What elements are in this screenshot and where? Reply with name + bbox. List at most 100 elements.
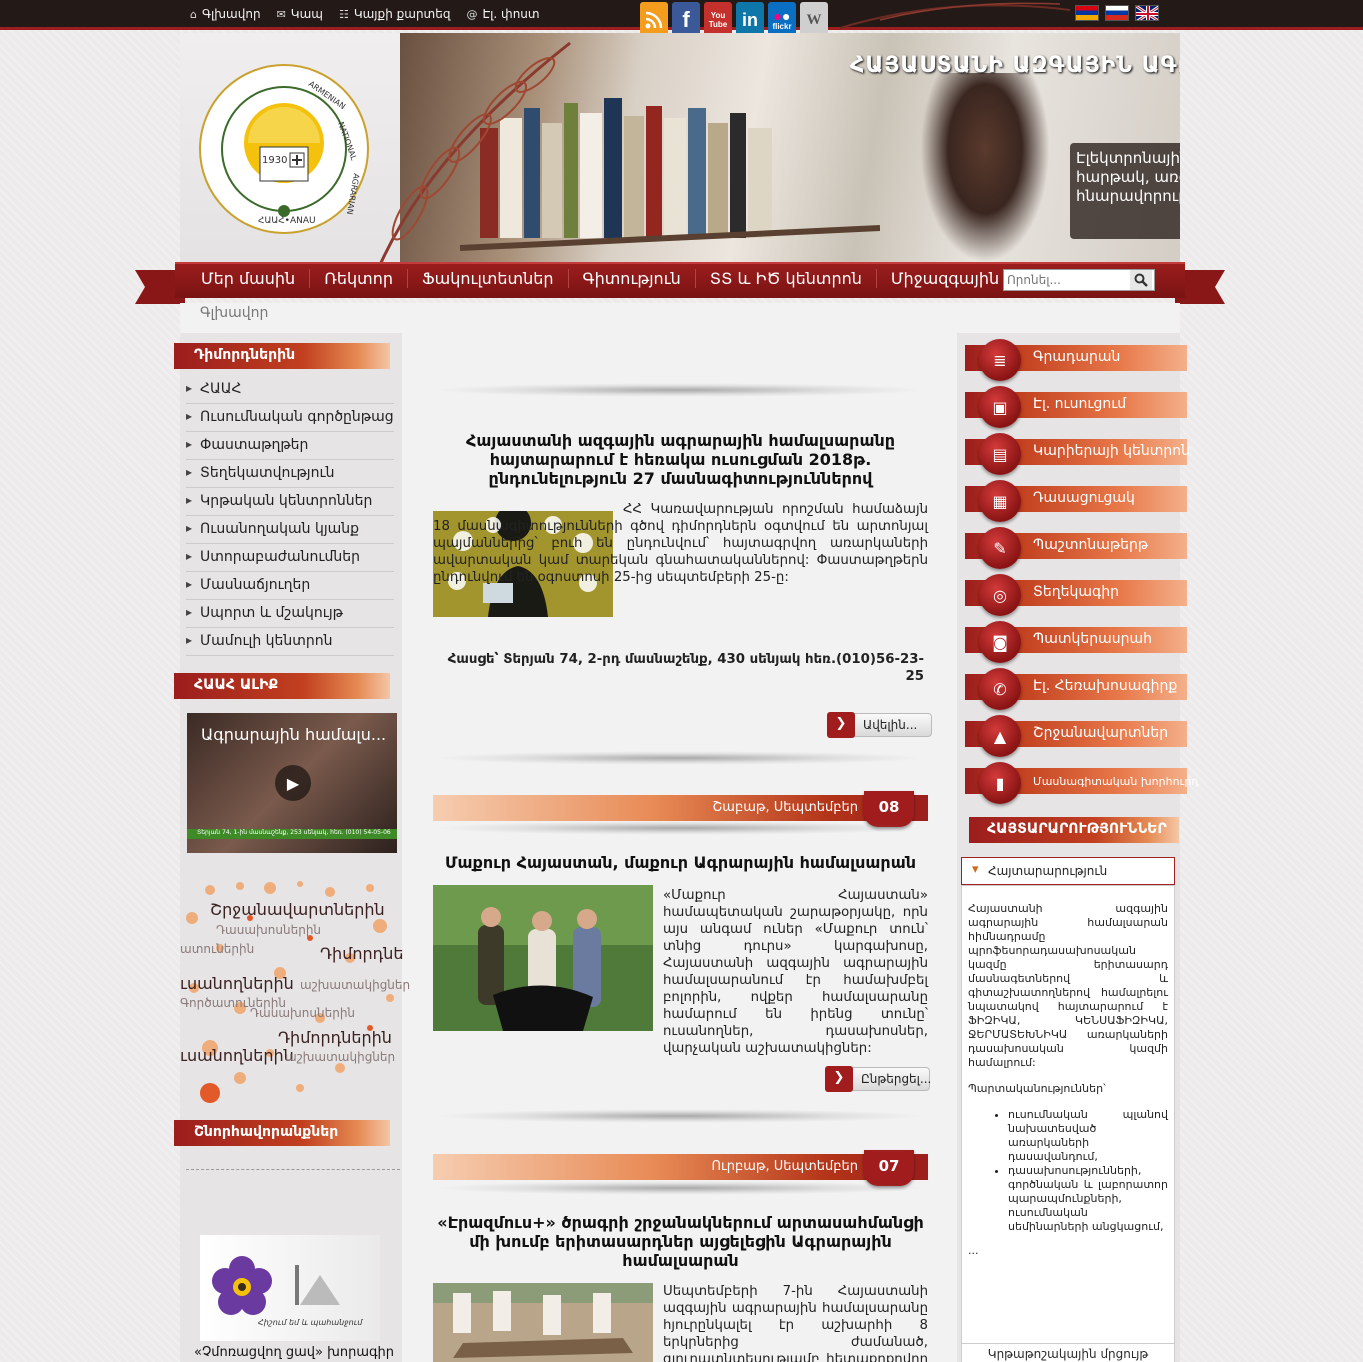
left-menu-item[interactable]: Մասնաճյուղեր xyxy=(186,572,394,600)
article-title[interactable]: Հայաստանի ազգային ագրարային համալսարանը … xyxy=(432,431,929,488)
gallery-button[interactable]: ◙ Պատկերասրահ xyxy=(965,621,1187,663)
scholarship-tab[interactable]: Կրթաթոշակային մրցույթ xyxy=(961,1343,1175,1362)
nav-faculties[interactable]: Ֆակուլտետներ xyxy=(408,269,569,288)
ellipsis[interactable]: ... xyxy=(968,1244,1168,1258)
elearning-button[interactable]: ▣ Էլ. ուսուցում xyxy=(965,386,1187,428)
left-menu-item[interactable]: Տեղեկատվություն xyxy=(186,460,394,488)
search-input[interactable] xyxy=(1004,270,1130,290)
cloud-link[interactable]: Դիմորդնե xyxy=(320,944,404,963)
left-menu-item[interactable]: Փաստաթղթեր xyxy=(186,432,394,460)
flag-ru-icon[interactable] xyxy=(1105,5,1129,21)
top-nav-home[interactable]: ⌂ Գլխավոր xyxy=(190,7,261,21)
nav-it-center[interactable]: ՏՏ և ԻԾ կենտրոն xyxy=(696,269,877,288)
phonebook-button[interactable]: ✆ Էլ. Հեռախոսագիրք xyxy=(965,668,1187,710)
read-more-button[interactable]: ❯ Ավելին... xyxy=(827,712,932,738)
schedule-button[interactable]: ▦ Դասացուցակ xyxy=(965,480,1187,522)
duties-list: ուսումնական պլանով նախատեսված առարկաների… xyxy=(968,1108,1168,1234)
home-icon: ⌂ xyxy=(190,7,197,21)
briefcase-icon: ▤ xyxy=(979,433,1021,475)
wheat-decoration xyxy=(840,2,1070,29)
cloud-link[interactable]: ւսանողներին xyxy=(180,974,294,993)
camera-icon: ◙ xyxy=(979,621,1021,663)
left-menu-item[interactable]: ՀԱԱՀ xyxy=(186,376,394,404)
alumni-button[interactable]: ▲ Շրջանավարտներ xyxy=(965,715,1187,757)
memorial-caption[interactable]: «Չմոռացվող ցավ» խորագիր xyxy=(194,1345,394,1360)
play-icon[interactable]: ▶ xyxy=(275,765,311,801)
forget-me-not-icon: Հիշում եմ և պահանջում xyxy=(212,1256,363,1327)
date-bar: Շաբաթ, Սեպտեմբեր 08 xyxy=(433,791,928,827)
announcements-heading[interactable]: ՀԱՅՏԱՐԱՐՈՒԹՅՈՒՆՆԵՐ xyxy=(969,817,1179,843)
cloud-link[interactable]: Շրջանավարտներին xyxy=(210,900,385,919)
video-title: Ագրարային համալս... xyxy=(201,725,387,744)
career-center-button[interactable]: ▤ Կարիերայի կենտրոն xyxy=(965,433,1190,475)
graduation-cap-icon: ▲ xyxy=(979,715,1021,757)
article-image-erasmus[interactable] xyxy=(433,1283,653,1362)
left-menu-item[interactable]: Մամուլի կենտրոն xyxy=(186,628,394,656)
video-player[interactable]: Ագրարային համալս... ▶ Տերյան 74, 1-ին մա… xyxy=(187,713,397,853)
cloud-link[interactable]: Դասախոսներին xyxy=(250,1006,355,1020)
separator xyxy=(432,1109,927,1123)
tv-heading[interactable]: ՀԱԱՀ ԱԼԻՔ xyxy=(174,673,390,699)
announcement-text: Հայաստանի ազգային ագրարային համալսարան հ… xyxy=(968,902,1168,1069)
read-more-button[interactable]: ❯ Ընթերցել... xyxy=(825,1066,931,1092)
banner-title: ՀԱՅԱՍՏԱՆԻ ԱԶԳԱՅԻՆ ԱԳՐԱՐԱՅԻՆ ՀԱՄԱԼՍԱՐԱՆ xyxy=(850,53,1180,78)
nav-rector[interactable]: Ռեկտոր xyxy=(310,269,408,288)
breadcrumb[interactable]: Գլխավոր xyxy=(200,305,268,321)
sitemap-icon: ☷ xyxy=(338,7,349,21)
nav-about[interactable]: Մեր մասին xyxy=(187,269,311,288)
library-button[interactable]: ≣ Գրադարան xyxy=(965,339,1187,381)
divider xyxy=(186,1169,400,1170)
left-menu-item[interactable]: Ուսանողական կյանք xyxy=(186,516,394,544)
university-logo[interactable]: 1930 ՀԱԱՀ•ANAU ARMENIAN NATIONAL AGRARIA… xyxy=(198,63,370,235)
left-menu-item[interactable]: Սպորտ և մշակույթ xyxy=(186,600,394,628)
duty-item: դասախոսությունների, գործնական և լաբորատո… xyxy=(1008,1164,1168,1234)
audience-tag-cloud: Շրջանավարտներին Դասախոսներին ատուներին Դ… xyxy=(180,878,410,1108)
disc-icon: ◎ xyxy=(979,574,1021,616)
article-date: Ուրբաթ, Սեպտեմբեր xyxy=(711,1159,858,1174)
flag-en-icon[interactable] xyxy=(1135,5,1159,21)
article-image-cleanup[interactable] xyxy=(433,885,653,1031)
main-nav: Մեր մասին Ռեկտոր Ֆակուլտետներ Գիտություն… xyxy=(135,262,1225,304)
genocide-memorial-banner[interactable]: Հիշում եմ և պահանջում xyxy=(200,1235,380,1341)
applicants-heading[interactable]: Դիմորդներին xyxy=(174,343,390,369)
newspaper-button[interactable]: ✎ Պաշտոնաթերթ xyxy=(965,527,1187,569)
flag-am-icon[interactable] xyxy=(1075,5,1099,21)
cloud-link[interactable]: ւսանողներին xyxy=(180,1046,294,1065)
article-title[interactable]: Մաքուր Հայաստան, մաքուր Ագրարային համալս… xyxy=(432,853,929,872)
cloud-link[interactable]: աշխատակիցներ xyxy=(285,1050,395,1064)
top-bar: ⌂ Գլխավոր ✉ Կապ ☷ Կայքի քարտեզ @ Էլ. փոստ f … xyxy=(0,0,1363,38)
left-menu-item[interactable]: Ուսումնական գործընթաց xyxy=(186,404,394,432)
article-body: Սեպտեմբերի 7-ին Հայաստանի ազգային ագրարա… xyxy=(663,1284,928,1362)
search-box xyxy=(1003,269,1155,291)
content-area: Գլխավոր Դիմորդներին ՀԱԱՀ Ուսումնական գոր… xyxy=(174,303,1199,1362)
announcement-tab[interactable]: Հայտարարություն xyxy=(961,857,1175,885)
professional-council-button[interactable]: ▮ Մասնագիտական խորհուրդ xyxy=(965,762,1199,804)
language-switcher xyxy=(1075,5,1159,21)
duties-heading: Պարտականություններ՝ xyxy=(968,1082,1106,1095)
student-photo xyxy=(920,73,1050,263)
top-nav-contact[interactable]: ✉ Կապ xyxy=(277,7,323,21)
left-menu-item[interactable]: Կրթական կենտրոններ xyxy=(186,488,394,516)
top-nav-sitemap[interactable]: ☷ Կայքի քարտեզ xyxy=(339,7,451,21)
arrow-right-icon: ❯ xyxy=(827,712,855,738)
main-nav-items: Մեր մասին Ռեկտոր Ֆակուլտետներ Գիտություն… xyxy=(187,269,1080,288)
slide-caption[interactable]: Էլեկտրոնային գրադարան՝ նոր հարթակ, առցան… xyxy=(1070,143,1180,239)
cloud-link[interactable]: ատուներին xyxy=(180,942,254,956)
cloud-link[interactable]: աշխատակիցներ xyxy=(300,978,410,992)
article-date: Շաբաթ, Սեպտեմբեր xyxy=(712,800,858,815)
cloud-link[interactable]: Դիմորդներին xyxy=(278,1028,392,1047)
bulletin-button[interactable]: ◎ Տեղեկագիր xyxy=(965,574,1187,616)
article-title[interactable]: «Էրազմուս+» ծրագրի շրջանակներում արտասահ… xyxy=(432,1213,929,1270)
cloud-link[interactable]: Դասախոսներին xyxy=(216,923,321,937)
congrats-heading[interactable]: Շնորհավորանքներ xyxy=(174,1120,390,1146)
wheat-ear-decoration xyxy=(378,41,571,265)
site-header: 1930 ՀԱԱՀ•ANAU ARMENIAN NATIONAL AGRARIA… xyxy=(180,33,1180,265)
left-sidebar: Դիմորդներին ՀԱԱՀ Ուսումնական գործընթաց Փ… xyxy=(174,333,410,1362)
top-nav-email[interactable]: @ Էլ. փոստ xyxy=(466,7,539,21)
separator xyxy=(432,821,927,835)
nav-science[interactable]: Գիտություն xyxy=(569,269,696,288)
left-menu-item[interactable]: Ստորաբաժանումներ xyxy=(186,544,394,572)
search-icon[interactable] xyxy=(1130,270,1152,290)
duty-item: ուսումնական պլանով նախատեսված առարկաների… xyxy=(1008,1108,1168,1164)
mail-icon: ✉ xyxy=(276,7,286,21)
